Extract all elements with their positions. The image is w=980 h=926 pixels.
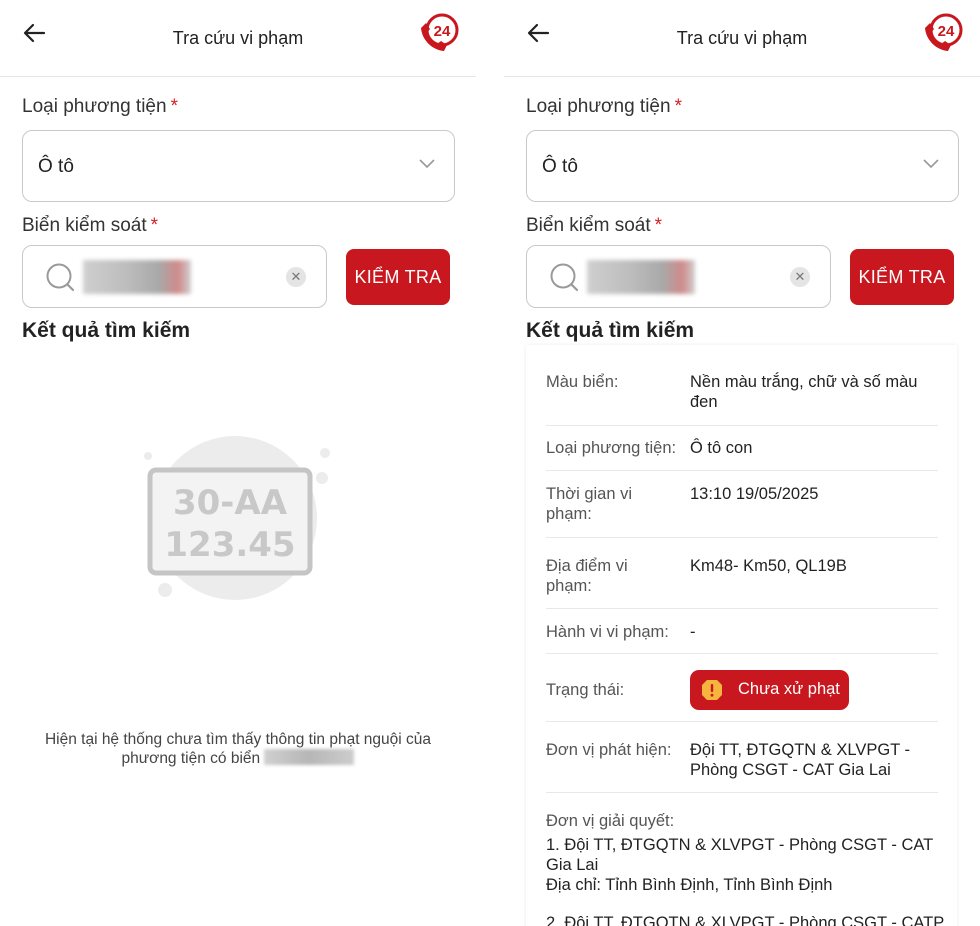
violation-detail-card: Màu biển: Nền màu trắng, chữ và số màu đ… <box>526 345 957 926</box>
search-icon <box>46 263 75 292</box>
hotline-24-icon[interactable]: 24 <box>920 12 964 54</box>
app-bar: Tra cứu vi phạm 24 <box>0 0 476 77</box>
resolver-item-2: 2. Đội TT, ĐTGQTN & XLVPGT - Phòng CSGT … <box>546 914 945 926</box>
screen-result-found: Tra cứu vi phạm 24 Loại phương tiện * Ô t… <box>504 0 980 926</box>
row-detecting-unit: Đơn vị phát hiện: Đội TT, ĐTGQTN & XLVPG… <box>546 740 938 793</box>
plate-value-redacted <box>83 260 191 294</box>
plate-redacted <box>264 749 355 765</box>
hotline-24-icon[interactable]: 24 <box>416 12 460 54</box>
search-icon <box>550 263 579 292</box>
row-plate-color: Màu biển: Nền màu trắng, chữ và số màu đ… <box>546 372 938 426</box>
resolver-item-1-address: Địa chỉ: Tỉnh Bình Định, Tỉnh Bình Định <box>546 876 833 894</box>
clear-icon[interactable]: ✕ <box>286 267 306 287</box>
vehicle-type-select[interactable]: Ô tô <box>526 130 959 202</box>
resolver-item-1: 1. Đội TT, ĐTGQTN & XLVPGT - Phòng CSGT … <box>546 836 933 874</box>
vehicle-type-value: Ô tô <box>38 156 74 177</box>
chevron-down-icon <box>419 159 435 169</box>
vehicle-type-select[interactable]: Ô tô <box>22 130 455 202</box>
svg-text:30-AA: 30-AA <box>173 483 288 523</box>
plate-input[interactable]: ✕ <box>526 245 831 308</box>
plate-illustration: 30-AA 123.45 <box>144 436 330 600</box>
vehicle-type-value: Ô tô <box>542 156 578 177</box>
row-violation-behavior: Hành vi vi phạm: - <box>546 622 938 654</box>
vehicle-type-label: Loại phương tiện * <box>22 96 178 117</box>
app-bar: Tra cứu vi phạm 24 <box>504 0 980 77</box>
chevron-down-icon <box>923 159 939 169</box>
resolving-units: Đơn vị giải quyết: 1. Đội TT, ĐTGQTN & X… <box>546 811 946 926</box>
row-violation-place: Địa điểm vi phạm: Km48- Km50, QL19B <box>546 556 938 609</box>
svg-text:123.45: 123.45 <box>164 525 295 565</box>
clear-icon[interactable]: ✕ <box>790 267 810 287</box>
screen-empty-result: Tra cứu vi phạm 24 Loại phương tiện * Ô t… <box>0 0 476 926</box>
results-title: Kết quả tìm kiếm <box>22 319 191 342</box>
svg-text:24: 24 <box>434 23 451 40</box>
check-button[interactable]: KIỂM TRA <box>346 249 450 305</box>
plate-input[interactable]: ✕ <box>22 245 327 308</box>
page-title: Tra cứu vi phạm <box>676 28 808 48</box>
status-badge: Chưa xử phạt <box>690 670 849 710</box>
row-status: Trạng thái: Chưa xử phạt <box>546 670 938 722</box>
plate-label: Biển kiểm soát * <box>22 215 159 236</box>
warning-icon <box>702 680 722 700</box>
check-button[interactable]: KIỂM TRA <box>850 249 954 305</box>
svg-text:24: 24 <box>938 23 955 40</box>
plate-label: Biển kiểm soát * <box>526 215 663 236</box>
row-violation-time: Thời gian vi phạm: 13:10 19/05/2025 <box>546 484 938 538</box>
empty-result-message: Hiện tại hệ thống chưa tìm thấy thông ti… <box>44 731 432 767</box>
vehicle-type-label: Loại phương tiện * <box>526 96 682 117</box>
row-vehicle-type: Loại phương tiện: Ô tô con <box>546 438 938 471</box>
page-title: Tra cứu vi phạm <box>172 28 304 48</box>
plate-value-redacted <box>587 260 695 294</box>
results-title: Kết quả tìm kiếm <box>526 319 695 342</box>
